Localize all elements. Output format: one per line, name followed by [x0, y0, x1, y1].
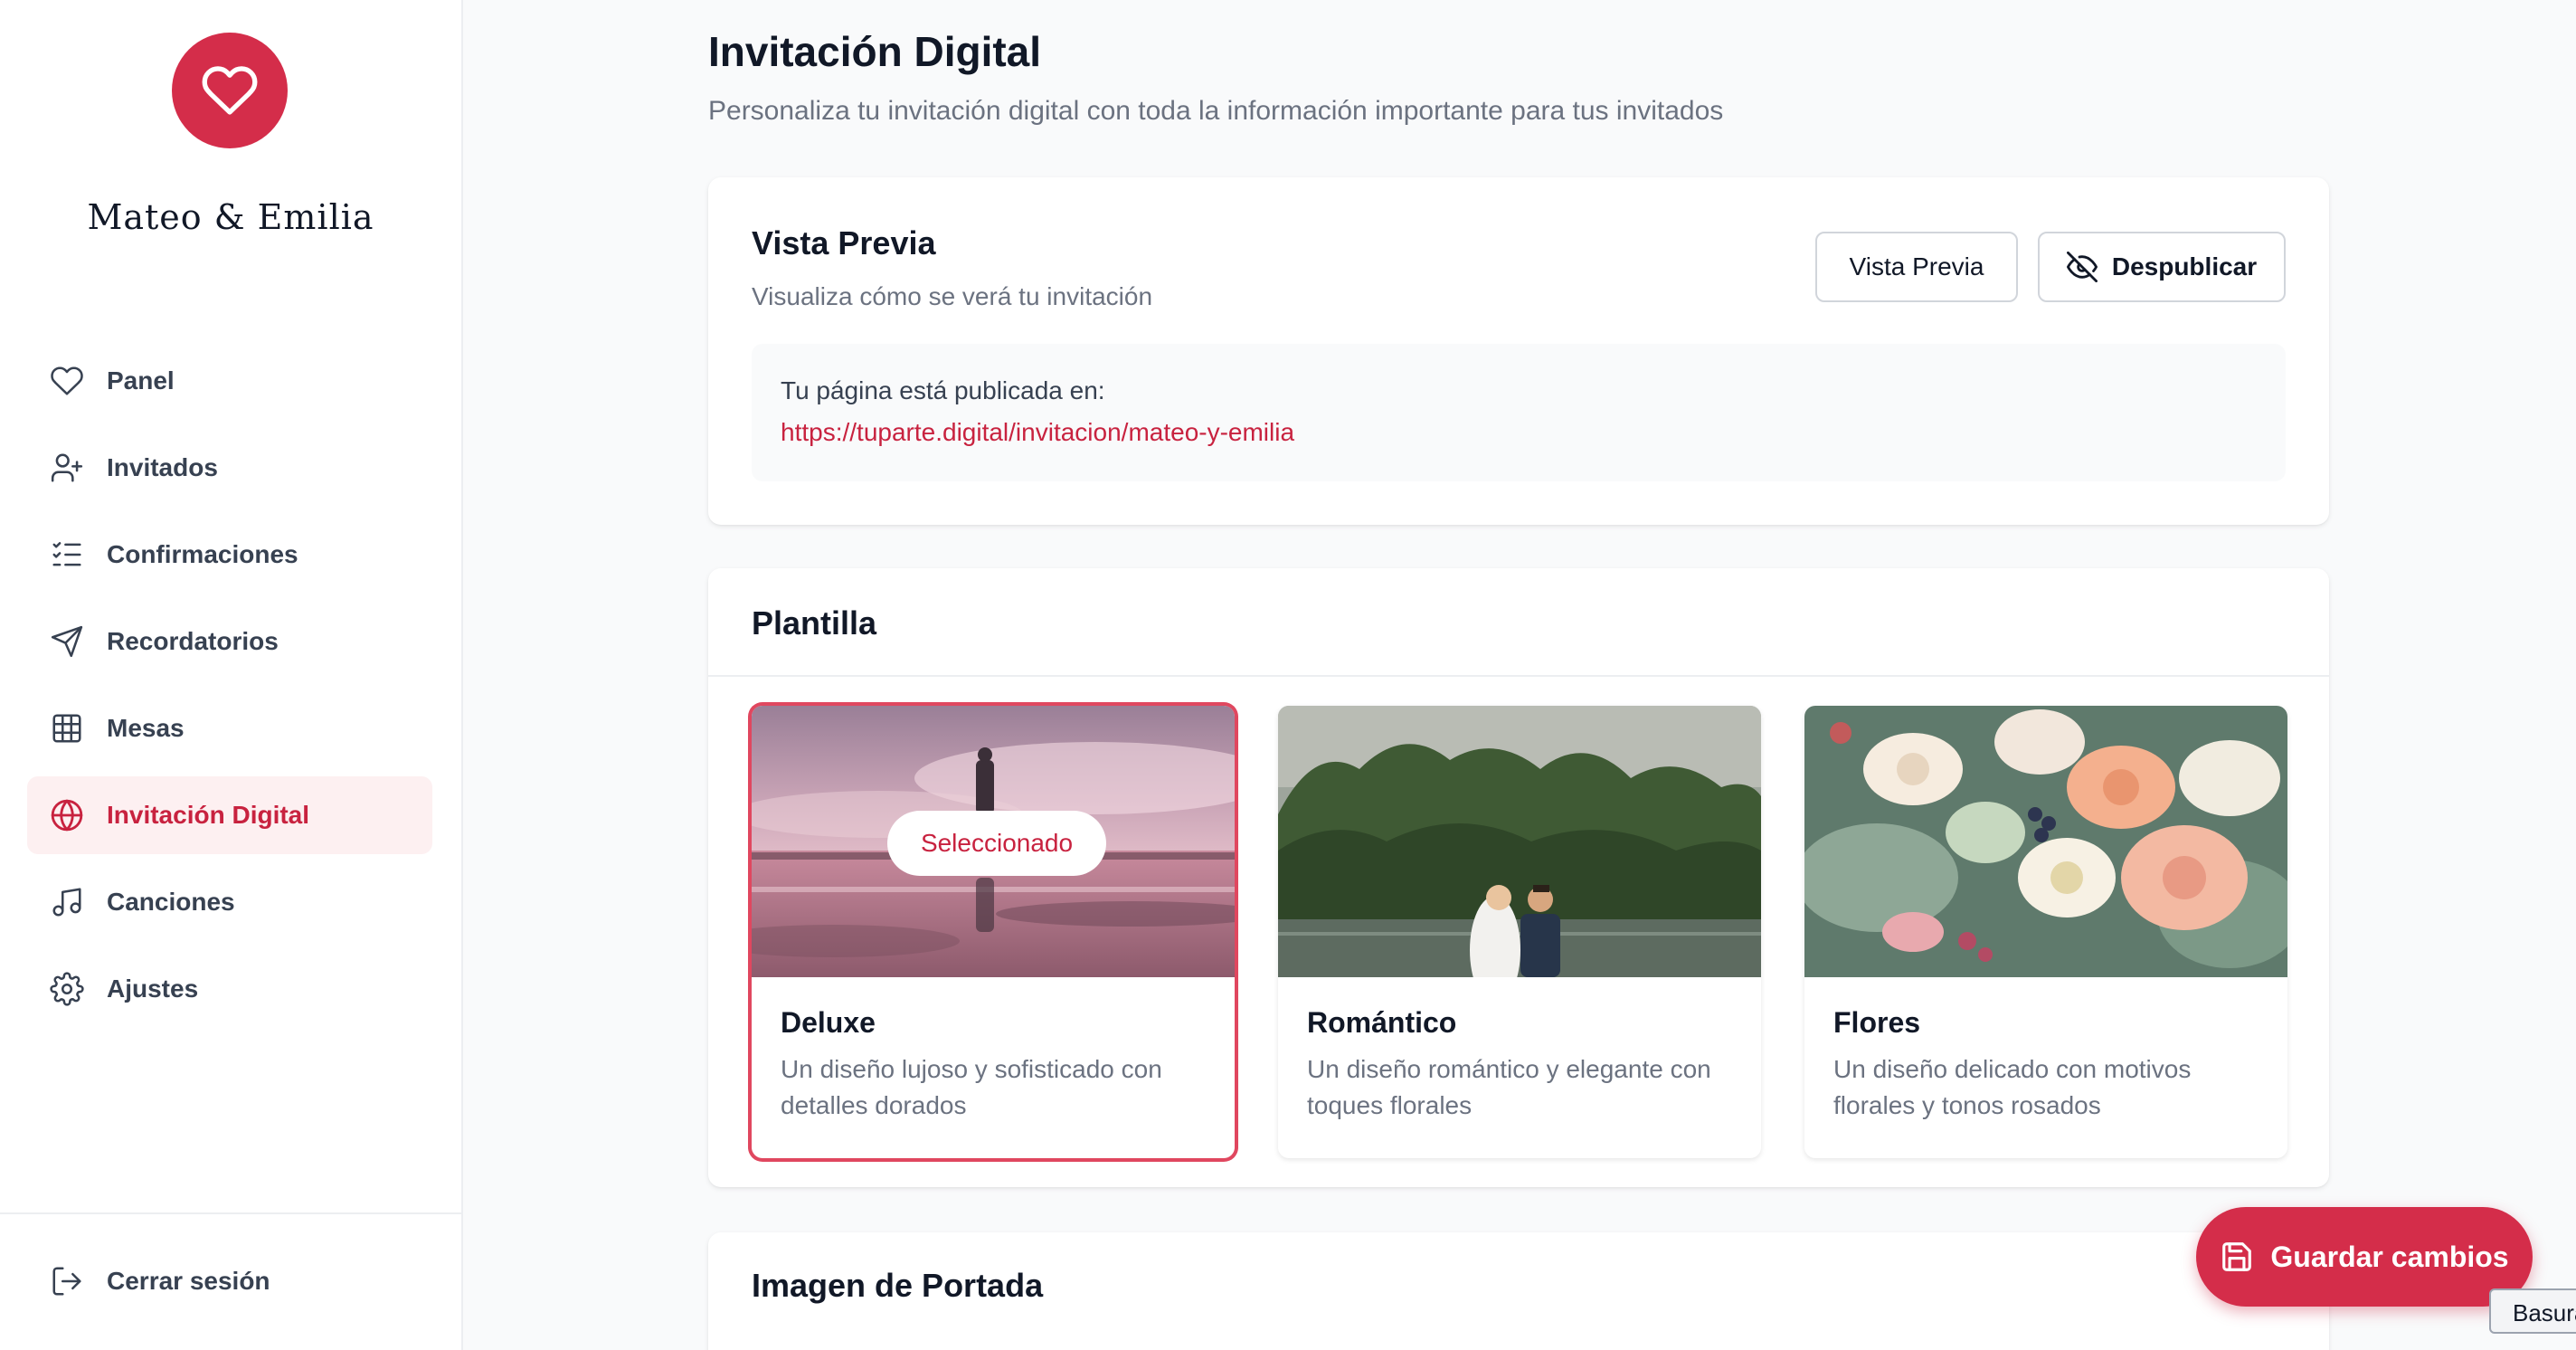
tooltip: Basura	[2489, 1288, 2576, 1334]
sidebar-divider	[0, 1212, 461, 1214]
template-option-romantico[interactable]: Romántico Un diseño romántico y elegante…	[1278, 706, 1761, 1158]
sidebar: Mateo & Emilia Panel Invitados Confirmac…	[0, 0, 463, 1350]
heart-logo-icon	[202, 66, 258, 115]
sidebar-item-label: Canciones	[107, 888, 235, 916]
sidebar-item-recordatorios[interactable]: Recordatorios	[27, 603, 432, 680]
sidebar-item-label: Recordatorios	[107, 627, 279, 655]
logout-label: Cerrar sesión	[107, 1267, 270, 1295]
template-romantico-image	[1278, 706, 1761, 977]
sidebar-item-label: Invitados	[107, 453, 218, 481]
sidebar-item-mesas[interactable]: Mesas	[27, 689, 432, 767]
sidebar-item-invitados[interactable]: Invitados	[27, 429, 432, 507]
user-plus-icon	[49, 450, 85, 486]
sidebar-item-canciones[interactable]: Canciones	[27, 863, 432, 941]
cover-image-card: Imagen de Portada	[708, 1232, 2329, 1350]
template-description: Un diseño delicado con motivos florales …	[1833, 1055, 2192, 1119]
template-flores-image	[1804, 706, 2287, 977]
page-title: Invitación Digital	[708, 28, 1042, 75]
logout-button[interactable]: Cerrar sesión	[49, 1263, 270, 1299]
sidebar-item-panel[interactable]: Panel	[27, 342, 432, 420]
template-card: Plantilla Seleccionado Deluxe Un diseño …	[708, 568, 2329, 1187]
sidebar-item-label: Invitación Digital	[107, 801, 310, 829]
sidebar-item-label: Panel	[107, 366, 175, 395]
logo	[172, 33, 288, 148]
gear-icon	[49, 971, 85, 1007]
send-icon	[49, 623, 85, 660]
template-divider	[708, 675, 2329, 677]
template-description: Un diseño lujoso y sofisticado con detal…	[781, 1055, 1162, 1119]
preview-card: Vista Previa Visualiza cómo se verá tu i…	[708, 177, 2329, 525]
save-changes-button[interactable]: Guardar cambios	[2196, 1207, 2533, 1307]
save-icon	[2220, 1240, 2254, 1274]
page-subtitle: Personaliza tu invitación digital con to…	[708, 96, 1724, 126]
save-changes-label: Guardar cambios	[2270, 1240, 2509, 1273]
heart-icon	[49, 363, 85, 399]
preview-button-label: Vista Previa	[1849, 252, 1984, 280]
selected-badge: Seleccionado	[887, 811, 1106, 876]
grid-icon	[49, 710, 85, 746]
template-description: Un diseño romántico y elegante con toque…	[1307, 1055, 1711, 1119]
template-name: Deluxe	[781, 1006, 876, 1039]
preview-button[interactable]: Vista Previa	[1815, 232, 2018, 302]
couple-name: Mateo & Emilia	[87, 197, 374, 237]
music-icon	[49, 884, 85, 920]
sidebar-item-label: Mesas	[107, 714, 185, 742]
eye-off-icon	[2066, 252, 2098, 282]
globe-icon	[49, 797, 85, 833]
cover-section-title: Imagen de Portada	[752, 1267, 1044, 1304]
unpublish-button-label: Despublicar	[2111, 252, 2258, 280]
list-check-icon	[49, 537, 85, 573]
published-label: Tu página está publicada en:	[781, 376, 1105, 404]
sidebar-item-confirmaciones[interactable]: Confirmaciones	[27, 516, 432, 594]
preview-subtitle: Visualiza cómo se verá tu invitación	[752, 282, 1153, 310]
logout-icon	[49, 1263, 85, 1299]
sidebar-item-invitacion-digital[interactable]: Invitación Digital	[27, 776, 432, 854]
template-section-title: Plantilla	[752, 604, 877, 642]
published-url-link[interactable]: https://tuparte.digital/invitacion/mateo…	[781, 418, 1294, 447]
preview-title: Vista Previa	[752, 224, 936, 261]
unpublish-button[interactable]: Despublicar	[2038, 232, 2286, 302]
sidebar-item-ajustes[interactable]: Ajustes	[27, 950, 432, 1028]
template-name: Flores	[1833, 1006, 1921, 1039]
sidebar-nav: Panel Invitados Confirmaciones Recordato…	[27, 342, 432, 1037]
sidebar-item-label: Confirmaciones	[107, 540, 298, 568]
template-name: Romántico	[1307, 1006, 1457, 1039]
template-option-flores[interactable]: Flores Un diseño delicado con motivos fl…	[1804, 706, 2287, 1158]
sidebar-item-label: Ajustes	[107, 974, 199, 1003]
published-info-box: Tu página está publicada en: https://tup…	[752, 344, 2286, 481]
template-option-deluxe[interactable]: Seleccionado Deluxe Un diseño lujoso y s…	[752, 706, 1235, 1158]
